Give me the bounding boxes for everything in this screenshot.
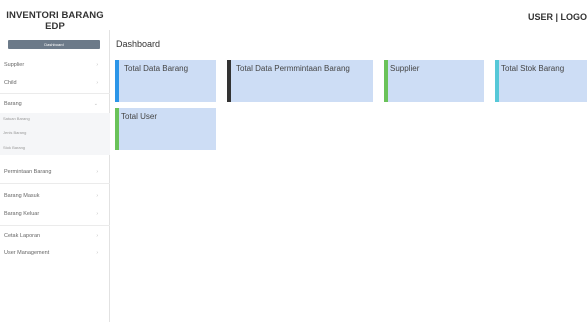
sidebar-item-label: Barang bbox=[4, 101, 22, 107]
sidebar-item-label: Child bbox=[4, 80, 17, 86]
chevron-right-icon: › bbox=[96, 233, 98, 239]
sidebar-item-label: Supplier bbox=[4, 62, 25, 68]
card-accent bbox=[115, 108, 119, 150]
chevron-right-icon: › bbox=[96, 193, 98, 199]
chevron-right-icon: › bbox=[96, 80, 98, 86]
card-total-data-barang[interactable]: Total Data Barang bbox=[115, 60, 216, 102]
sidebar-item-label: Barang Keluar bbox=[4, 211, 40, 217]
sidebar-item-label: Permintaan Barang bbox=[4, 169, 52, 175]
card-accent bbox=[115, 60, 119, 102]
card-accent bbox=[384, 60, 388, 102]
card-supplier[interactable]: Supplier bbox=[384, 60, 484, 102]
sidebar-item-barang-keluar[interactable]: Barang Keluar › bbox=[0, 208, 110, 222]
barang-submenu: Satuan Barang Jenis Barang Stok Barang bbox=[0, 113, 110, 155]
app-brand: INVENTORI BARANG EDP bbox=[0, 10, 110, 32]
chevron-right-icon: › bbox=[96, 169, 98, 175]
chevron-down-icon: ⌄ bbox=[93, 101, 98, 107]
card-label: Supplier bbox=[390, 64, 420, 73]
chevron-right-icon: › bbox=[96, 62, 98, 68]
sidebar-item-permintaan[interactable]: Permintaan Barang › bbox=[0, 166, 110, 180]
card-label: Total Data Barang bbox=[124, 64, 189, 73]
chevron-right-icon: › bbox=[96, 211, 98, 217]
user-menu[interactable]: USER | LOGO bbox=[528, 12, 587, 22]
sidebar-divider bbox=[0, 93, 110, 94]
sidebar-item-child[interactable]: Child › bbox=[0, 77, 110, 91]
card-label: Total Stok Barang bbox=[501, 64, 565, 73]
sidebar: Dashboard Supplier › Child › Barang ⌄ Sa… bbox=[0, 30, 110, 322]
sidebar-divider bbox=[0, 225, 110, 226]
sidebar-item-label: User Management bbox=[4, 250, 50, 256]
card-total-permintaan-barang[interactable]: Total Data Permmintaan Barang bbox=[227, 60, 373, 102]
sidebar-item-label: Barang Masuk bbox=[4, 193, 40, 199]
page-title: Dashboard bbox=[116, 39, 161, 49]
sidebar-item-user-management[interactable]: User Management › bbox=[0, 247, 110, 261]
sidebar-item-barang-masuk[interactable]: Barang Masuk › bbox=[0, 190, 110, 204]
card-accent bbox=[495, 60, 499, 102]
sidebar-divider bbox=[0, 183, 110, 184]
sidebar-item-barang[interactable]: Barang ⌄ bbox=[0, 98, 110, 112]
card-total-user[interactable]: Total User bbox=[115, 108, 216, 150]
submenu-item-satuan[interactable]: Satuan Barang bbox=[3, 116, 30, 121]
submenu-item-jenis[interactable]: Jenis Barang bbox=[3, 130, 26, 135]
main-content: Dashboard Total Data Barang Total Data P… bbox=[110, 30, 587, 322]
sidebar-item-cetak-laporan[interactable]: Cetak Laporan › bbox=[0, 230, 110, 244]
card-label: Total Data Permmintaan Barang bbox=[236, 64, 350, 73]
sidebar-dashboard-button[interactable]: Dashboard bbox=[8, 40, 100, 49]
card-total-stok-barang[interactable]: Total Stok Barang bbox=[495, 60, 587, 102]
card-label: Total User bbox=[121, 112, 158, 121]
sidebar-item-supplier[interactable]: Supplier › bbox=[0, 59, 110, 73]
top-bar: INVENTORI BARANG EDP USER | LOGO bbox=[0, 0, 587, 32]
submenu-item-stok[interactable]: Stok Barang bbox=[3, 145, 25, 150]
chevron-right-icon: › bbox=[96, 250, 98, 256]
brand-title: INVENTORI BARANG bbox=[6, 10, 104, 21]
sidebar-item-label: Cetak Laporan bbox=[4, 233, 41, 239]
card-accent bbox=[227, 60, 231, 102]
